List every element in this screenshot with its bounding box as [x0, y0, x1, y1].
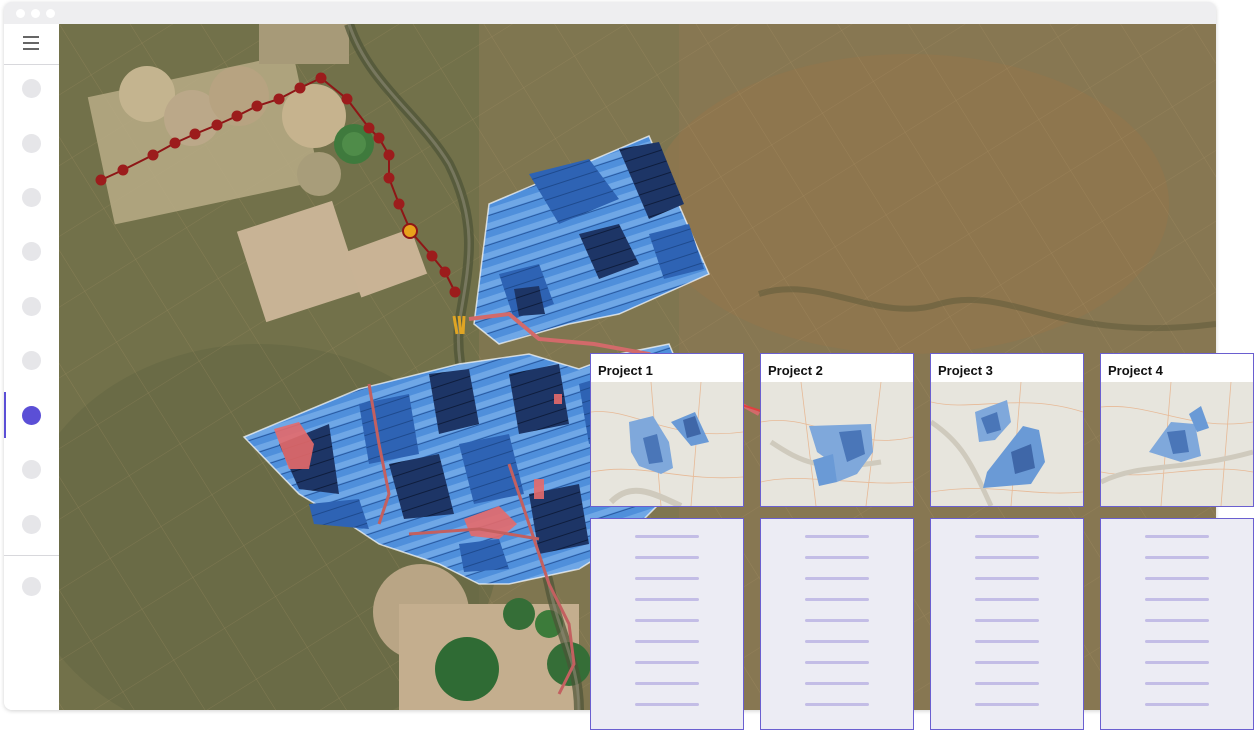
- sidebar-item-1[interactable]: [22, 79, 41, 98]
- project-detail-panel-2[interactable]: [760, 518, 914, 730]
- project-card-title: Project 3: [938, 363, 993, 378]
- sidebar-active-indicator: [4, 392, 6, 438]
- sidebar-item-8[interactable]: [22, 460, 41, 479]
- window-titlebar: [4, 2, 1216, 24]
- project-thumbnail: [591, 382, 743, 506]
- project-card-3[interactable]: Project 3: [930, 353, 1084, 507]
- sidebar-item-4[interactable]: [22, 242, 41, 261]
- project-card-title: Project 1: [598, 363, 653, 378]
- project-thumbnail: [761, 382, 913, 506]
- project-card-1[interactable]: Project 1: [590, 353, 744, 507]
- project-card-title: Project 2: [768, 363, 823, 378]
- sidebar-item-6[interactable]: [22, 351, 41, 370]
- window-minimize-dot[interactable]: [31, 9, 40, 18]
- project-thumbnail: [1101, 382, 1253, 506]
- project-detail-panel-4[interactable]: [1100, 518, 1254, 730]
- sidebar: [4, 24, 59, 710]
- sidebar-item-9[interactable]: [22, 515, 41, 534]
- project-card-4[interactable]: Project 4: [1100, 353, 1254, 507]
- sidebar-item-3[interactable]: [22, 188, 41, 207]
- selected-route-node[interactable]: [402, 223, 418, 239]
- project-detail-panel-3[interactable]: [930, 518, 1084, 730]
- project-thumbnail: [931, 382, 1083, 506]
- project-detail-panel-1[interactable]: [590, 518, 744, 730]
- sidebar-divider-bottom: [4, 555, 59, 556]
- sidebar-item-2[interactable]: [22, 134, 41, 153]
- project-card-title: Project 4: [1108, 363, 1163, 378]
- project-card-2[interactable]: Project 2: [760, 353, 914, 507]
- sidebar-item-5[interactable]: [22, 297, 41, 316]
- sidebar-divider: [4, 64, 59, 65]
- window-maximize-dot[interactable]: [46, 9, 55, 18]
- sidebar-item-10[interactable]: [22, 577, 41, 596]
- sidebar-item-7-active[interactable]: [22, 406, 41, 425]
- hamburger-menu-icon[interactable]: [23, 36, 39, 50]
- window-close-dot[interactable]: [16, 9, 25, 18]
